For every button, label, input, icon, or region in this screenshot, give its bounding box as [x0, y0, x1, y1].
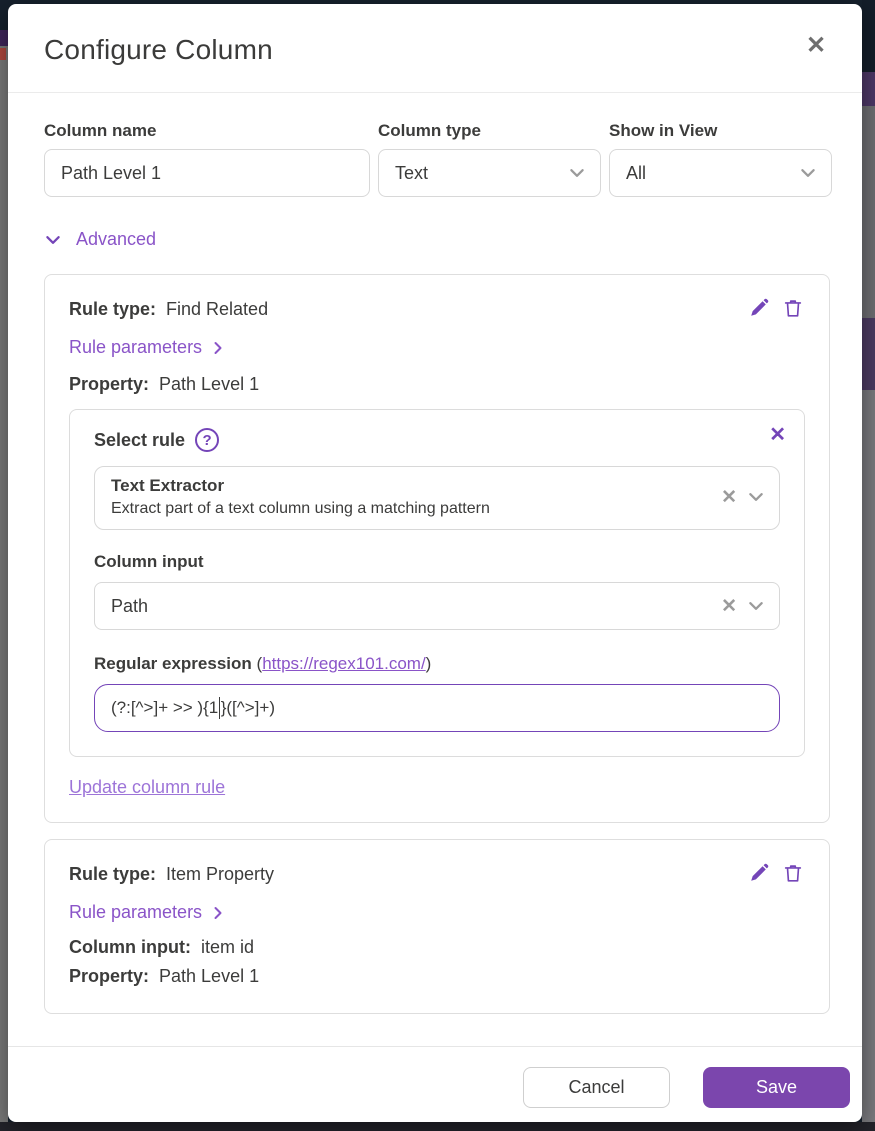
show-in-view-value: All	[626, 162, 647, 183]
column-input-select[interactable]: Path ✕	[94, 582, 780, 630]
column-settings-row: Column name Path Level 1 Column type Tex…	[44, 121, 832, 197]
delete-trash-icon[interactable]	[781, 862, 805, 886]
help-question-icon[interactable]: ?	[195, 428, 220, 452]
rule-parameters-label: Rule parameters	[69, 902, 203, 922]
column-type-label: Column type	[378, 121, 481, 140]
column-type-value: Text	[395, 162, 429, 183]
dialog-title: Configure Column	[44, 34, 273, 65]
regex-label-row: Regular expression (https://regex101.com…	[94, 654, 780, 674]
column-name-input[interactable]: Path Level 1	[44, 149, 370, 197]
rule-type-row: Rule type: Find Related	[69, 297, 805, 321]
chevron-down-icon	[568, 164, 586, 182]
cancel-button[interactable]: Cancel	[523, 1067, 670, 1108]
column-input-row: Column input: item id	[69, 937, 805, 958]
column-input-value: item id	[200, 937, 254, 957]
delete-trash-icon[interactable]	[781, 297, 805, 321]
rule-select-texts: Text Extractor Extract part of a text co…	[111, 476, 721, 518]
chevron-right-icon	[210, 905, 226, 921]
backdrop-left-red	[0, 48, 6, 60]
clear-selection-icon[interactable]: ✕	[721, 486, 737, 509]
rule-type-select[interactable]: Text Extractor Extract part of a text co…	[94, 466, 780, 530]
column-input-value: Path	[111, 595, 149, 616]
rule-type-label: Rule type:	[69, 298, 157, 319]
paren-close: )	[425, 654, 432, 673]
rule-select-description: Extract part of a text column using a ma…	[111, 500, 490, 517]
backdrop-right-purple	[862, 72, 875, 106]
show-in-view-field-group: Show in View All	[609, 121, 832, 197]
chevron-down-icon	[747, 597, 765, 615]
backdrop-left-purple	[0, 30, 8, 46]
property-label: Property:	[69, 374, 150, 394]
dialog-body: Column name Path Level 1 Column type Tex…	[8, 93, 862, 1046]
property-value: Path Level 1	[159, 374, 260, 394]
edit-pencil-icon[interactable]	[747, 297, 771, 321]
column-type-select[interactable]: Text	[378, 149, 601, 197]
rule-parameters-link[interactable]: Rule parameters	[69, 337, 226, 358]
select-rule-header: Select rule ?	[94, 428, 780, 452]
column-type-field-group: Column type Text	[378, 121, 601, 197]
select-rule-panel: Select rule ? ✕ Text Extractor Extract p…	[69, 409, 805, 757]
column-name-value: Path Level 1	[61, 162, 162, 183]
show-in-view-label: Show in View	[609, 121, 718, 140]
chevron-right-icon	[210, 340, 226, 356]
chevron-down-icon	[747, 488, 765, 506]
show-in-view-select[interactable]: All	[609, 149, 832, 197]
dialog-header: Configure Column ✕	[8, 4, 862, 93]
clear-selection-icon[interactable]: ✕	[721, 595, 737, 618]
rule-type-value: Find Related	[166, 298, 269, 319]
rule-card-item-property: Rule type: Item Property Rule parameters	[44, 839, 830, 1014]
advanced-toggle[interactable]: Advanced	[44, 229, 156, 250]
property-row: Property: Path Level 1	[69, 966, 805, 987]
column-input-label: Column input	[94, 552, 204, 571]
dialog-footer: Cancel Save	[8, 1046, 862, 1122]
column-name-label: Column name	[44, 121, 157, 140]
save-button[interactable]: Save	[703, 1067, 850, 1108]
backdrop-right-purple	[862, 318, 875, 390]
regex101-link[interactable]: https://regex101.com/	[262, 654, 425, 673]
rule-type-label: Rule type:	[69, 863, 157, 884]
rule-actions	[747, 297, 805, 321]
chevron-down-icon	[44, 231, 62, 249]
regex-value-before-caret: (?:[^>]+ >> ){1	[111, 698, 219, 717]
rule-select-title: Text Extractor	[111, 476, 225, 495]
backdrop-right-grey	[862, 390, 875, 1122]
property-row: Property: Path Level 1	[69, 374, 805, 395]
property-label: Property:	[69, 966, 150, 986]
configure-column-dialog: Configure Column ✕ Column name Path Leve…	[8, 4, 862, 1122]
rule-parameters-label: Rule parameters	[69, 337, 203, 357]
panel-close-icon[interactable]: ✕	[769, 422, 786, 447]
backdrop-bottom	[0, 1122, 875, 1131]
edit-pencil-icon[interactable]	[747, 862, 771, 886]
chevron-down-icon	[799, 164, 817, 182]
property-value: Path Level 1	[159, 966, 260, 986]
select-rule-title: Select rule	[94, 429, 186, 450]
backdrop-right-navy	[862, 0, 875, 72]
rule-type-value: Item Property	[166, 863, 275, 884]
backdrop-left	[0, 30, 8, 1131]
column-name-field-group: Column name Path Level 1	[44, 121, 370, 197]
rule-type-row: Rule type: Item Property	[69, 862, 805, 886]
regex-input[interactable]: (?:[^>]+ >> ){1}([^>]+)	[94, 684, 780, 732]
advanced-label: Advanced	[76, 229, 157, 249]
regex-value-after-caret: }([^>]+)	[220, 698, 275, 717]
regex-label: Regular expression	[94, 654, 252, 673]
update-column-rule-link[interactable]: Update column rule	[69, 777, 225, 798]
column-input-label: Column input:	[69, 937, 191, 957]
rule-actions	[747, 862, 805, 886]
rule-parameters-link[interactable]: Rule parameters	[69, 902, 226, 923]
close-icon[interactable]: ✕	[802, 32, 830, 60]
rule-card-find-related: Rule type: Find Related Rule parameters	[44, 274, 830, 823]
